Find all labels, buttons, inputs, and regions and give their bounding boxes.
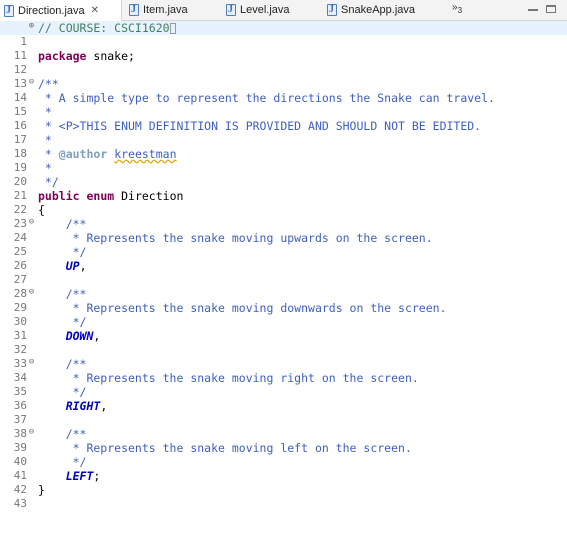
fold-collapse-icon[interactable]: ⊖ [27,288,36,297]
fold-collapse-icon[interactable]: ⊖ [27,78,36,87]
code-line: 23 { [0,203,567,230]
brace: } [38,483,45,497]
javadoc-comment: /** [38,427,87,441]
java-file-icon [327,4,337,16]
folded-region-marker[interactable] [169,23,176,34]
code-line: 15 * A simple type to represent the dire… [0,91,567,118]
code-line: 34 ⊖ /** [0,357,567,384]
code-line: 22 public enum Direction [0,189,567,216]
javadoc-comment: * <P>THIS ENUM DEFINITION IS PROVIDED AN… [38,119,482,133]
javadoc-comment: * Represents the snake moving upwards on… [38,231,433,245]
code-editor[interactable]: 1 ⊕ // COURSE: CSCI1620 11 12 package sn… [0,21,567,510]
close-tab-icon[interactable]: ✕ [91,5,99,16]
comment: // COURSE: CSCI1620 [38,21,170,35]
hidden-tab-count: 3 [457,6,463,15]
code-line: 26 */ [0,245,567,272]
minimize-icon[interactable] [528,5,538,11]
javadoc-comment: * [38,147,59,161]
tab-label: Item.java [143,4,188,16]
fold-collapse-icon[interactable]: ⊖ [27,218,36,227]
keyword: enum [86,189,115,203]
javadoc-comment: /** [38,77,59,91]
javadoc-comment: */ [38,455,87,469]
code-line: 35 * Represents the snake moving right o… [0,371,567,398]
code-line: 28 [0,273,567,300]
java-file-icon [129,4,139,16]
code-line: 38 [0,413,567,440]
code-line: 31 */ [0,315,567,342]
javadoc-author-tag: @author [58,147,108,161]
code-line: 37 RIGHT, [0,399,567,426]
code-line: 24 ⊖ /** [0,217,567,244]
tab-level-java[interactable]: Level.java [222,0,317,20]
enum-constant: DOWN [65,329,94,343]
code-line: 42 LEFT; [0,469,567,496]
tab-label: Direction.java [18,4,85,17]
code-line: 43 } [0,483,567,510]
code-line: 30 * Represents the snake moving downwar… [0,301,567,328]
author-name: kreestman [114,147,177,161]
keyword: package [38,49,87,63]
java-file-icon [4,4,14,17]
tab-overflow-button[interactable]: »3 [452,2,462,15]
javadoc-comment: * [38,161,52,175]
javadoc-comment: /** [38,217,87,231]
keyword: public [38,189,80,203]
fold-collapse-icon[interactable]: ⊖ [27,428,36,437]
code-line: 27 UP, [0,259,567,286]
punctuation: , [93,329,101,343]
javadoc-comment: * A simple type to represent the directi… [38,91,495,105]
brace: { [38,203,45,217]
code-line: 17 * <P>THIS ENUM DEFINITION IS PROVIDED… [0,119,567,146]
code-line: 41 */ [0,455,567,482]
editor-tab-bar: Direction.java ✕ Item.java Level.java Sn… [0,0,567,21]
javadoc-comment: /** [38,357,87,371]
line-number: 43 [13,497,27,510]
javadoc-comment: */ [38,175,59,189]
code-line: 16 * [0,105,567,132]
tab-label: SnakeApp.java [341,4,415,16]
enum-constant: LEFT [65,469,94,483]
code-line: 19 * @author kreestman [0,147,567,174]
tab-direction-java[interactable]: Direction.java ✕ [0,0,122,21]
punctuation: , [100,399,108,413]
tab-label: Level.java [240,4,290,16]
code-line: 39 ⊖ /** [0,427,567,454]
javadoc-comment: */ [38,245,87,259]
code-line: 32 DOWN, [0,329,567,356]
java-file-icon [226,4,236,16]
code-line: 18 * [0,133,567,160]
maximize-icon[interactable] [546,5,556,13]
code-line: 14 ⊖ /** [0,77,567,104]
javadoc-comment: * [38,105,52,119]
tab-item-java[interactable]: Item.java [125,0,215,20]
javadoc-comment: /** [38,287,87,301]
code-line: 36 */ [0,385,567,412]
code-line: 40 * Represents the snake moving left on… [0,441,567,468]
package-name: snake; [86,49,135,63]
enum-constant: RIGHT [65,399,101,413]
punctuation: , [79,259,87,273]
enum-constant: UP [65,259,80,273]
javadoc-comment: */ [38,315,87,329]
code-line: 1 ⊕ // COURSE: CSCI1620 [0,21,567,48]
code-line: 13 [0,63,567,90]
code-line: 20 * [0,161,567,188]
punctuation: ; [93,469,101,483]
code-line: 11 [0,35,567,62]
code-line: 25 * Represents the snake moving upwards… [0,231,567,258]
javadoc-comment: */ [38,385,87,399]
javadoc-comment: * Represents the snake moving right on t… [38,371,419,385]
enum-name: Direction [114,189,184,203]
javadoc-comment: * Represents the snake moving downwards … [38,301,447,315]
code-line: 33 [0,343,567,370]
code-line: 12 package snake; [0,49,567,76]
code-line: 21 */ [0,175,567,202]
fold-collapse-icon[interactable]: ⊖ [27,358,36,367]
javadoc-comment: * [38,133,52,147]
javadoc-comment: * Represents the snake moving left on th… [38,441,412,455]
fold-expand-icon[interactable]: ⊕ [27,22,36,31]
tab-snakeapp-java[interactable]: SnakeApp.java [323,0,443,20]
code-line: 29 ⊖ /** [0,287,567,314]
